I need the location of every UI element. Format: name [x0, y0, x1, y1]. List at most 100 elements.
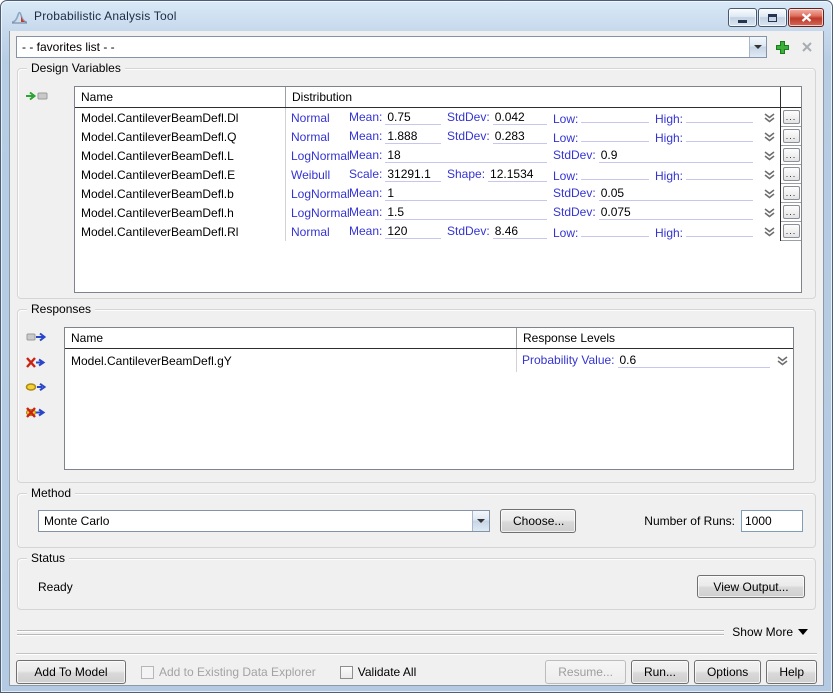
- table-row[interactable]: Model.CantileverBeamDefl.b LogNormal Mea…: [75, 184, 801, 203]
- param-field[interactable]: 0.042: [493, 110, 547, 125]
- distribution-type[interactable]: LogNormal: [291, 187, 349, 201]
- validate-all-checkbox[interactable]: Validate All: [340, 665, 416, 679]
- design-variables-header: Name Distribution: [75, 87, 801, 108]
- column-header-response-levels[interactable]: Response Levels: [517, 328, 793, 348]
- add-response-level-icon[interactable]: [25, 380, 51, 394]
- param-field[interactable]: [581, 109, 649, 123]
- minimize-icon: [738, 20, 747, 23]
- delete-x-icon: [801, 41, 813, 53]
- param-field[interactable]: 31291.1: [385, 167, 441, 182]
- dropdown-arrow-icon[interactable]: [472, 511, 489, 531]
- number-of-runs-label: Number of Runs:: [644, 514, 735, 528]
- table-row[interactable]: Model.CantileverBeamDefl.gY Probability …: [65, 349, 793, 372]
- edit-distribution-button[interactable]: ...: [783, 205, 800, 219]
- maximize-button[interactable]: [758, 8, 787, 27]
- number-of-runs-input[interactable]: [741, 510, 803, 532]
- table-row[interactable]: Model.CantileverBeamDefl.Q Normal Mean:1…: [75, 127, 801, 146]
- delete-favorite-button: [797, 37, 817, 57]
- checkbox-box[interactable]: [340, 666, 353, 679]
- add-variable-icon[interactable]: [25, 89, 51, 103]
- param-field[interactable]: 0.75: [385, 110, 441, 125]
- edit-distribution-button[interactable]: ...: [783, 110, 800, 124]
- param-field[interactable]: 18: [385, 148, 547, 163]
- responses-label: Responses: [27, 302, 95, 316]
- edit-distribution-button[interactable]: ...: [783, 224, 800, 238]
- param-field[interactable]: [581, 223, 649, 237]
- param-field[interactable]: 1.5: [385, 205, 547, 220]
- param-field[interactable]: [686, 223, 753, 237]
- param-field[interactable]: 12.1534: [488, 167, 547, 182]
- param-label: High:: [655, 112, 683, 126]
- distribution-type[interactable]: Normal: [291, 225, 349, 239]
- show-more-button[interactable]: Show More: [732, 625, 808, 639]
- table-row[interactable]: Model.CantileverBeamDefl.h LogNormal Mea…: [75, 203, 801, 222]
- column-header-name[interactable]: Name: [65, 328, 517, 348]
- param-field[interactable]: [686, 166, 753, 180]
- distribution-type[interactable]: Normal: [291, 130, 349, 144]
- view-output-button[interactable]: View Output...: [697, 575, 805, 598]
- param-label: Mean:: [349, 186, 382, 200]
- expand-chevron-icon[interactable]: [763, 208, 776, 218]
- add-to-model-button[interactable]: Add To Model: [16, 660, 126, 684]
- param-field[interactable]: 1: [385, 186, 547, 201]
- close-button[interactable]: [788, 8, 824, 27]
- distribution-type[interactable]: Normal: [291, 111, 349, 125]
- method-label: Method: [27, 486, 75, 500]
- favorites-list-value: - - favorites list - -: [22, 40, 115, 54]
- distribution-type[interactable]: LogNormal: [291, 149, 349, 163]
- run-button[interactable]: Run...: [631, 660, 689, 684]
- distribution-type[interactable]: Weibull: [291, 168, 349, 182]
- table-row[interactable]: Model.CantileverBeamDefl.Rl Normal Mean:…: [75, 222, 801, 241]
- param-field[interactable]: 0.075: [599, 205, 753, 220]
- add-existing-checkbox: Add to Existing Data Explorer: [141, 665, 316, 679]
- param-field[interactable]: 0.05: [599, 186, 753, 201]
- method-dropdown[interactable]: Monte Carlo: [38, 510, 490, 532]
- edit-distribution-button[interactable]: ...: [783, 148, 800, 162]
- expand-chevron-icon[interactable]: [763, 189, 776, 199]
- show-more-row: Show More: [17, 624, 816, 640]
- param-field[interactable]: [686, 128, 753, 142]
- edit-distribution-button[interactable]: ...: [783, 167, 800, 181]
- param-field[interactable]: [581, 128, 649, 142]
- add-response-icon[interactable]: [25, 330, 51, 344]
- remove-response-icon[interactable]: [25, 355, 51, 369]
- param-field[interactable]: 0.283: [493, 129, 547, 144]
- param-field[interactable]: 120: [385, 224, 441, 239]
- dropdown-arrow-icon[interactable]: [749, 37, 766, 57]
- minimize-button[interactable]: [728, 8, 757, 27]
- param-field[interactable]: [686, 109, 753, 123]
- param-field[interactable]: 8.46: [493, 224, 547, 239]
- column-header-name[interactable]: Name: [75, 87, 286, 107]
- expand-chevron-icon[interactable]: [776, 356, 789, 366]
- param-field[interactable]: 1.888: [385, 129, 441, 144]
- window-title: Probabilistic Analysis Tool: [34, 9, 177, 23]
- param-label: StdDev:: [553, 148, 596, 162]
- add-favorite-button[interactable]: [772, 37, 792, 57]
- titlebar[interactable]: Probabilistic Analysis Tool: [1, 1, 832, 31]
- expand-chevron-icon[interactable]: [763, 151, 776, 161]
- favorites-list-dropdown[interactable]: - - favorites list - -: [16, 36, 767, 58]
- param-label: StdDev:: [447, 129, 490, 143]
- table-row[interactable]: Model.CantileverBeamDefl.Dl Normal Mean:…: [75, 108, 801, 127]
- table-row[interactable]: Model.CantileverBeamDefl.L LogNormal Mea…: [75, 146, 801, 165]
- dialog-client-area: - - favorites list - - Design Variables: [9, 31, 824, 686]
- edit-distribution-button[interactable]: ...: [783, 186, 800, 200]
- expand-chevron-icon[interactable]: [763, 170, 776, 180]
- response-level-field[interactable]: 0.6: [618, 353, 771, 368]
- distribution-type[interactable]: LogNormal: [291, 206, 349, 220]
- expand-chevron-icon[interactable]: [763, 132, 776, 142]
- param-field[interactable]: 0.9: [599, 148, 753, 163]
- help-button[interactable]: Help: [766, 660, 817, 684]
- edit-distribution-button[interactable]: ...: [783, 129, 800, 143]
- choose-method-button[interactable]: Choose...: [500, 509, 576, 533]
- expand-chevron-icon[interactable]: [763, 227, 776, 237]
- table-row[interactable]: Model.CantileverBeamDefl.E Weibull Scale…: [75, 165, 801, 184]
- chevron-down-icon: [798, 629, 808, 635]
- remove-response-level-icon[interactable]: [25, 405, 51, 419]
- param-field[interactable]: [581, 166, 649, 180]
- method-selected-value: Monte Carlo: [44, 514, 109, 528]
- param-label: StdDev:: [447, 224, 490, 238]
- expand-chevron-icon[interactable]: [763, 113, 776, 123]
- column-header-distribution[interactable]: Distribution: [286, 87, 781, 107]
- options-button[interactable]: Options: [694, 660, 761, 684]
